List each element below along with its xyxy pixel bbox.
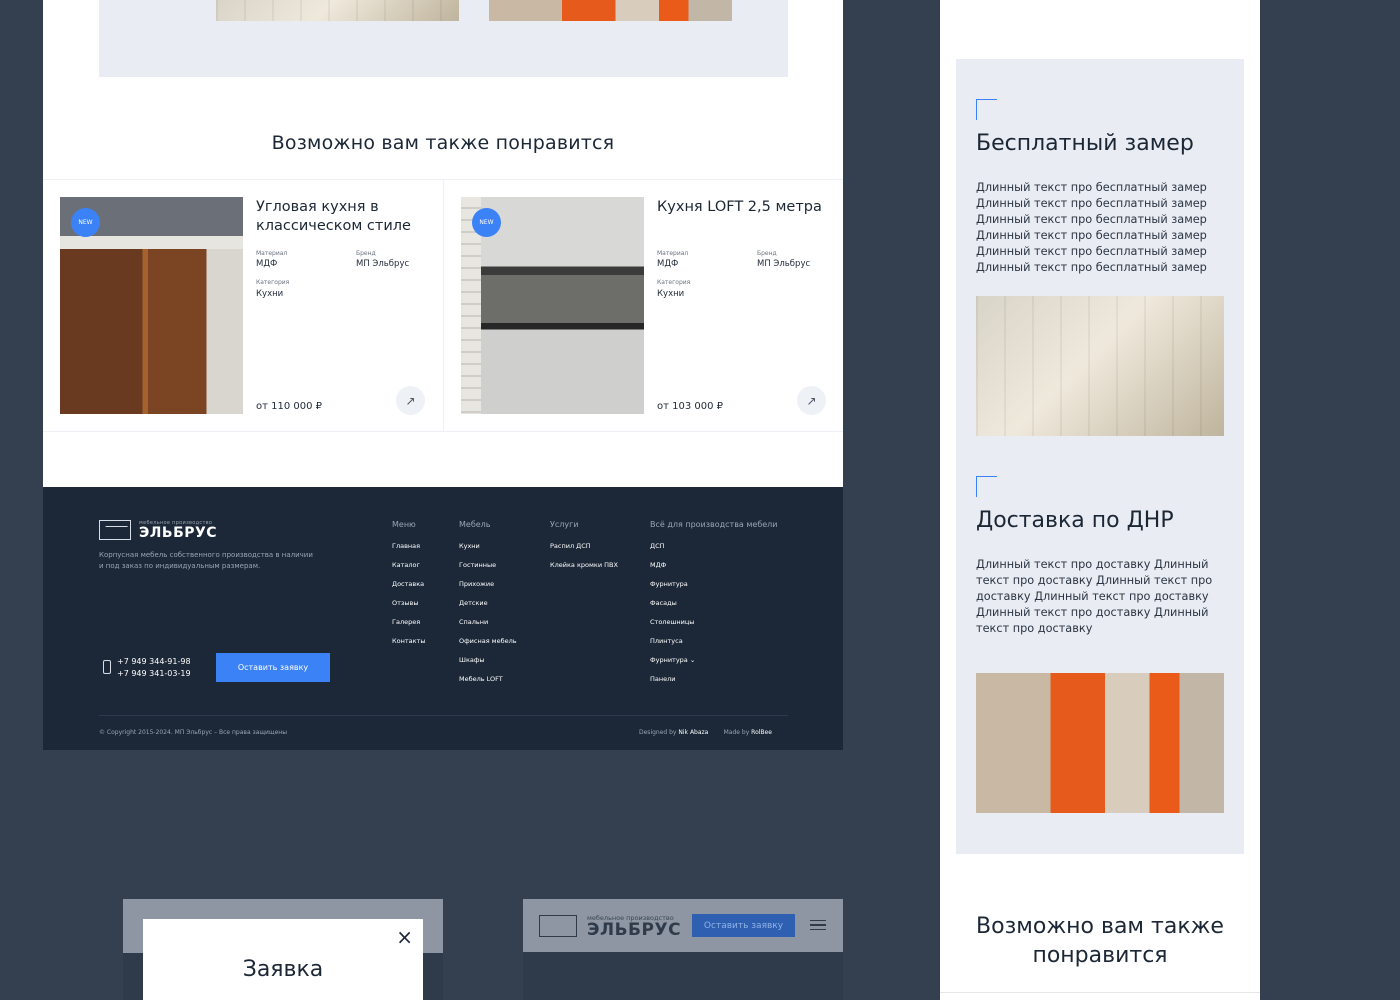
made-by-label: Made by bbox=[723, 729, 750, 736]
footer-link[interactable]: Прихожие bbox=[459, 580, 494, 588]
measure-photo bbox=[216, 0, 459, 21]
also-like-heading: Возможно вам также понравится bbox=[976, 914, 1224, 968]
mobile-header-preview: мебельное производство ЭЛЬБРУС Оставить … bbox=[523, 899, 843, 1000]
delivery-photo bbox=[976, 673, 1224, 813]
corner-accent-icon bbox=[976, 99, 997, 120]
delivery-title: Доставка по ДНР bbox=[976, 508, 1174, 533]
site-footer: мебельное производство ЭЛЬБРУС Корпусная… bbox=[43, 487, 843, 750]
footer-col-title: Меню bbox=[392, 520, 416, 529]
mobile-page-preview: Бесплатный замер Длинный текст про беспл… bbox=[940, 0, 1260, 1000]
footer-link[interactable]: Мебель LOFT bbox=[459, 675, 503, 683]
category-value: Кухни bbox=[256, 289, 284, 299]
product-title[interactable]: Кухня LOFT 2,5 метра bbox=[657, 198, 832, 217]
brand-label: Бренд bbox=[356, 250, 376, 257]
category-label: Категория bbox=[256, 279, 290, 286]
product-cards: NEW Угловая кухня в классическом стиле М… bbox=[43, 179, 843, 432]
measure-title: Бесплатный замер bbox=[976, 131, 1194, 156]
close-icon[interactable]: × bbox=[396, 927, 413, 947]
phone-link[interactable]: +7 949 341-03-19 bbox=[117, 668, 191, 680]
footer-link[interactable]: Детские bbox=[459, 599, 488, 607]
footer-col-title: Услуги bbox=[550, 520, 579, 529]
logo-name: ЭЛЬБРУС bbox=[587, 920, 682, 940]
copyright-text: © Copyright 2015-2024. МП Эльбрус – Все … bbox=[99, 729, 287, 736]
brand-label: Бренд bbox=[757, 250, 777, 257]
footer-link[interactable]: Главная bbox=[392, 542, 420, 550]
material-value: МДФ bbox=[256, 259, 278, 269]
arrow-up-right-icon: ↗ bbox=[806, 393, 817, 408]
material-label: Материал bbox=[256, 250, 288, 257]
footer-link[interactable]: Столешницы bbox=[650, 618, 694, 626]
open-product-button[interactable]: ↗ bbox=[797, 386, 826, 415]
footer-link[interactable]: Доставка bbox=[392, 580, 424, 588]
designer-link[interactable]: Nik Abaza bbox=[678, 729, 708, 736]
product-price: от 103 000 ₽ bbox=[657, 401, 724, 412]
footer-link[interactable]: Офисная мебель bbox=[459, 637, 517, 645]
product-price: от 110 000 ₽ bbox=[256, 401, 323, 412]
footer-link[interactable]: ДСП bbox=[650, 542, 665, 550]
brand-value: МП Эльбрус bbox=[757, 259, 811, 269]
footer-link[interactable]: Спальни bbox=[459, 618, 488, 626]
footer-col-title: Мебель bbox=[459, 520, 491, 529]
footer-link[interactable]: Отзывы bbox=[392, 599, 418, 607]
request-button[interactable]: Оставить заявку bbox=[692, 914, 795, 937]
brand-value: МП Эльбрус bbox=[356, 259, 410, 269]
section-divider bbox=[940, 992, 1260, 993]
phone-link[interactable]: +7 949 344-91-98 bbox=[117, 656, 191, 668]
footer-divider bbox=[99, 715, 788, 716]
mountain-logo-icon bbox=[539, 915, 577, 937]
footer-link[interactable]: МДФ bbox=[650, 561, 666, 569]
modal-title: Заявка bbox=[242, 957, 324, 982]
product-image[interactable]: NEW bbox=[461, 197, 644, 414]
footer-description: Корпусная мебель собственного производст… bbox=[99, 551, 313, 570]
new-badge: NEW bbox=[71, 208, 100, 237]
footer-link[interactable]: Каталог bbox=[392, 561, 420, 569]
delivery-text: Длинный текст про доставку Длинный текст… bbox=[976, 558, 1213, 635]
info-section: Бесплатный замер Длинный текст про беспл… bbox=[956, 59, 1244, 854]
footer-link[interactable]: Шкафы bbox=[459, 656, 485, 664]
request-button[interactable]: Оставить заявку bbox=[216, 653, 330, 682]
open-product-button[interactable]: ↗ bbox=[396, 386, 425, 415]
footer-link[interactable]: Фасады bbox=[650, 599, 677, 607]
request-modal: × Заявка bbox=[143, 919, 423, 1000]
measure-photo bbox=[976, 296, 1224, 436]
delivery-photo bbox=[489, 0, 732, 21]
footer-logo[interactable]: мебельное производство ЭЛЬБРУС bbox=[99, 520, 218, 542]
category-value: Кухни bbox=[657, 289, 685, 299]
footer-link[interactable]: Клейка кромки ПВХ bbox=[550, 561, 618, 569]
footer-link[interactable]: Фурнитура bbox=[650, 580, 688, 588]
new-badge: NEW bbox=[472, 208, 501, 237]
product-title[interactable]: Угловая кухня в классическом стиле bbox=[256, 198, 431, 236]
footer-link[interactable]: Галерея bbox=[392, 618, 420, 626]
info-section-bottom bbox=[99, 0, 788, 77]
developer-link[interactable]: RolBee bbox=[751, 729, 772, 736]
corner-accent-icon bbox=[976, 476, 997, 497]
product-card[interactable]: NEW Угловая кухня в классическом стиле М… bbox=[43, 180, 443, 432]
measure-text: Длинный текст про бесплатный замер Длинн… bbox=[976, 181, 1207, 274]
footer-dropdown-link[interactable]: Фурнитура ⌄ bbox=[650, 656, 695, 664]
category-label: Категория bbox=[657, 279, 691, 286]
material-value: МДФ bbox=[657, 259, 679, 269]
footer-credits: Designed by Nik Abaza Made by RolBee bbox=[639, 729, 772, 736]
designed-by-label: Designed by bbox=[639, 729, 677, 736]
footer-link[interactable]: Контакты bbox=[392, 637, 425, 645]
product-card[interactable]: NEW Кухня LOFT 2,5 метра Материал МДФ Бр… bbox=[443, 180, 843, 432]
logo-name: ЭЛЬБРУС bbox=[139, 525, 218, 541]
product-image[interactable]: NEW bbox=[60, 197, 243, 414]
desktop-page-preview: Возможно вам также понравится NEW Углова… bbox=[43, 0, 843, 750]
footer-link[interactable]: Распил ДСП bbox=[550, 542, 591, 550]
mountain-logo-icon bbox=[99, 520, 131, 540]
menu-icon[interactable] bbox=[810, 920, 826, 930]
footer-link[interactable]: Панели bbox=[650, 675, 676, 683]
footer-link[interactable]: Плинтуса bbox=[650, 637, 683, 645]
arrow-up-right-icon: ↗ bbox=[405, 393, 416, 408]
material-label: Материал bbox=[657, 250, 689, 257]
footer-col-title: Всё для производства мебели bbox=[650, 520, 778, 529]
footer-link[interactable]: Гостинные bbox=[459, 561, 496, 569]
phone-icon bbox=[103, 660, 111, 674]
footer-phones: +7 949 344-91-98 +7 949 341-03-19 bbox=[117, 656, 191, 680]
footer-link[interactable]: Кухни bbox=[459, 542, 480, 550]
also-like-heading: Возможно вам также понравится bbox=[271, 132, 615, 154]
